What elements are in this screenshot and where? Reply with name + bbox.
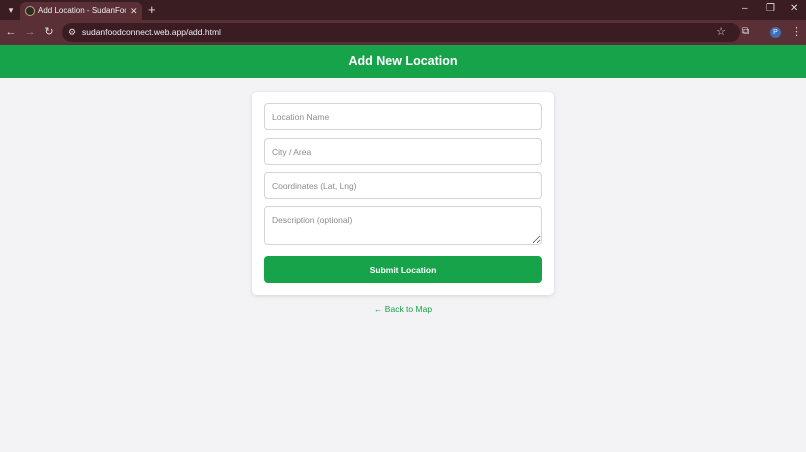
minimize-icon[interactable]: – (742, 3, 748, 15)
close-window-icon[interactable]: ✕ (790, 3, 798, 15)
submit-location-button[interactable]: Submit Location (264, 256, 542, 283)
new-tab-icon[interactable]: + (148, 2, 156, 17)
url-text[interactable]: sudanfoodconnect.web.app/add.html (82, 27, 221, 38)
browser-toolbar: ← → ↻ ⚙ sudanfoodconnect.web.app/add.htm… (0, 20, 806, 45)
restore-icon[interactable]: ❐ (766, 3, 775, 15)
add-location-form: Submit Location (252, 92, 554, 295)
extensions-icon[interactable]: ⧉ (742, 25, 749, 39)
tab-close-icon[interactable]: ✕ (130, 5, 138, 17)
favicon-icon (25, 6, 35, 16)
back-icon[interactable]: ← (4, 25, 18, 39)
tab-search-icon[interactable]: ▾ (4, 3, 18, 17)
address-bar[interactable]: ⚙ sudanfoodconnect.web.app/add.html ☆ (62, 23, 740, 42)
profile-avatar[interactable]: P (770, 27, 781, 38)
page-header: Add New Location (0, 45, 806, 78)
location-name-input[interactable] (264, 103, 542, 130)
description-textarea[interactable] (264, 206, 542, 245)
site-info-icon[interactable]: ⚙ (68, 27, 76, 38)
kebab-menu-icon[interactable]: ⋮ (791, 25, 802, 39)
forward-icon[interactable]: → (23, 25, 37, 39)
reload-icon[interactable]: ↻ (42, 25, 56, 39)
browser-tab-bar: ▾ Add Location - SudanFoodConn ✕ + – ❐ ✕ (0, 0, 806, 20)
back-to-map-link[interactable]: ← Back to Map (0, 304, 806, 315)
bookmark-star-icon[interactable]: ☆ (716, 26, 726, 39)
browser-tab[interactable]: Add Location - SudanFoodConn ✕ (20, 2, 142, 20)
tab-title: Add Location - SudanFoodConn (38, 6, 126, 15)
page-title: Add New Location (348, 54, 458, 68)
coordinates-input[interactable] (264, 172, 542, 199)
city-area-input[interactable] (264, 138, 542, 165)
